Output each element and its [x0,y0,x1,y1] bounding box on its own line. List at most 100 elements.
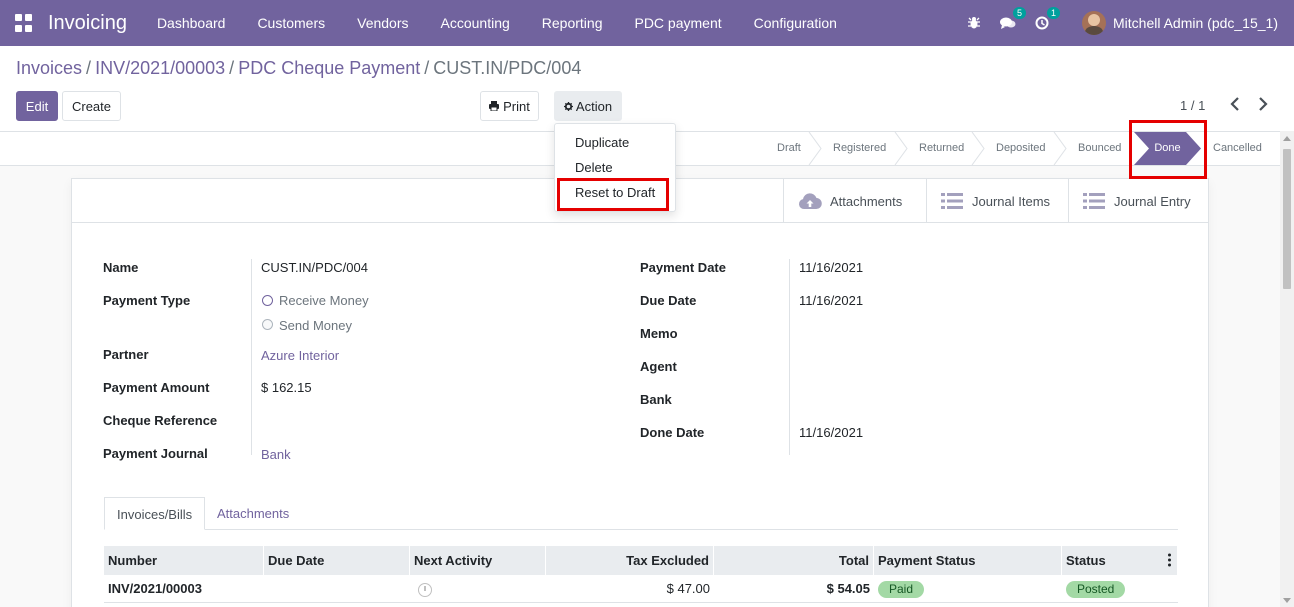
menu-dashboard[interactable]: Dashboard [141,0,242,46]
breadcrumb: Invoices / INV/2021/00003 / PDC Cheque P… [16,58,581,79]
due-date-label: Due Date [640,293,697,308]
journal-items-smart-button[interactable]: Journal Items [926,179,1068,223]
menu-accounting[interactable]: Accounting [425,0,526,46]
column-status[interactable]: Status [1062,546,1178,575]
due-date-value: 11/16/2021 [799,293,864,308]
menu-customers[interactable]: Customers [241,0,341,46]
done-date-label: Done Date [640,425,705,440]
column-next-activity[interactable]: Next Activity [410,546,546,575]
optional-columns-icon[interactable] [1168,553,1171,567]
partner-label: Partner [103,347,149,362]
row-divider [104,602,1178,603]
pager-next-icon[interactable] [1258,97,1268,116]
payment-date-value: 11/16/2021 [799,260,864,275]
stage-returned[interactable]: Returned [919,132,964,165]
stage-divider [971,132,985,165]
messages-badge: 5 [1013,7,1027,19]
payment-date-label: Payment Date [640,260,726,275]
row-total: $ 54.05 [826,581,870,596]
payment-journal-link[interactable]: Bank [261,447,291,462]
column-due-date[interactable]: Due Date [264,546,410,575]
stage-registered[interactable]: Registered [833,132,886,165]
bug-icon[interactable] [964,13,984,33]
row-due-date [264,576,410,602]
breadcrumb-pdc-payment[interactable]: PDC Cheque Payment [238,58,420,79]
print-icon [489,101,500,111]
status-badge: Posted [1066,581,1126,598]
scrollbar-thumb[interactable] [1283,149,1291,289]
cloud-upload-icon [798,193,822,210]
breadcrumb-invoices[interactable]: Invoices [16,58,82,79]
stage-bounced[interactable]: Bounced [1078,132,1121,165]
user-menu[interactable]: Mitchell Admin (pdc_15_1) [1113,15,1278,31]
top-navbar: Invoicing Dashboard Customers Vendors Ac… [0,0,1294,46]
stage-deposited[interactable]: Deposited [996,132,1046,165]
menu-reporting[interactable]: Reporting [526,0,619,46]
attachments-smart-button[interactable]: Attachments [783,179,926,223]
memo-label: Memo [640,326,678,341]
gear-icon [563,101,573,111]
form-sheet: Attachments Journal Items Journal Entry … [71,178,1209,607]
print-label: Print [503,98,530,114]
receive-money-radio[interactable] [262,295,273,306]
send-money-radio[interactable] [262,319,273,330]
tab-attachments[interactable]: Attachments [217,497,289,530]
highlight-box-reset-to-draft [557,178,669,211]
row-tax-excluded: $ 47.00 [666,581,710,596]
messages-icon[interactable]: 5 [998,7,1027,33]
row-number[interactable]: INV/2021/00003 [104,576,264,602]
menu-configuration[interactable]: Configuration [738,0,853,46]
payment-type-label: Payment Type [103,293,191,308]
attachments-label: Attachments [830,193,903,209]
row-payment-status: Paid [874,576,1062,602]
tab-invoices-bills[interactable]: Invoices/Bills [104,497,206,530]
systray: 5 1 Mitchell Admin (pdc_15_1) [964,0,1278,46]
breadcrumb-separator: / [86,58,92,78]
pager-value[interactable]: 1 / 1 [1180,98,1205,113]
create-button[interactable]: Create [62,91,121,121]
row-status: Posted [1062,576,1178,602]
scroll-down-icon[interactable] [1283,598,1291,603]
field-separator [251,259,252,455]
column-number[interactable]: Number [104,546,264,575]
user-avatar[interactable] [1082,11,1107,35]
breadcrumb-separator: / [424,58,430,78]
menu-pdc-payment[interactable]: PDC payment [618,0,737,46]
print-button[interactable]: Print [480,91,539,121]
field-separator [789,259,790,455]
column-tax-excluded[interactable]: Tax Excluded [546,546,714,575]
partner-link[interactable]: Azure Interior [261,348,339,363]
name-value: CUST.IN/PDC/004 [261,260,368,275]
stage-divider [1053,132,1067,165]
breadcrumb-separator: / [229,58,235,78]
menu-item-delete[interactable]: Delete [575,160,613,175]
journal-entry-smart-button[interactable]: Journal Entry [1068,179,1208,223]
vertical-scrollbar[interactable] [1280,131,1294,607]
action-label: Action [575,98,613,114]
stage-divider [808,132,822,165]
edit-button[interactable]: Edit [16,91,58,121]
column-payment-status[interactable]: Payment Status [874,546,1062,575]
menu-item-duplicate[interactable]: Duplicate [575,135,629,150]
stage-draft[interactable]: Draft [777,132,801,165]
bank-label: Bank [640,392,672,407]
breadcrumb-invoice[interactable]: INV/2021/00003 [95,58,225,79]
app-title[interactable]: Invoicing [48,12,127,35]
main-menu: Dashboard Customers Vendors Accounting R… [141,0,853,46]
pager-previous-icon[interactable] [1230,97,1240,116]
receive-money-label[interactable]: Receive Money [279,293,369,308]
send-money-label[interactable]: Send Money [279,318,352,333]
highlight-box-done-stage [1129,120,1207,179]
column-total[interactable]: Total [714,546,874,575]
row-next-activity[interactable] [410,576,546,602]
clock-icon [418,582,432,597]
scroll-up-icon[interactable] [1283,136,1291,141]
stage-cancelled[interactable]: Cancelled [1213,132,1262,165]
activities-badge: 1 [1047,7,1061,19]
journal-entry-label: Journal Entry [1114,193,1191,209]
activities-icon[interactable]: 1 [1032,7,1061,33]
done-date-value: 11/16/2021 [799,425,864,440]
apps-menu-icon[interactable] [15,14,33,32]
menu-vendors[interactable]: Vendors [341,0,424,46]
action-button[interactable]: Action [554,91,622,121]
